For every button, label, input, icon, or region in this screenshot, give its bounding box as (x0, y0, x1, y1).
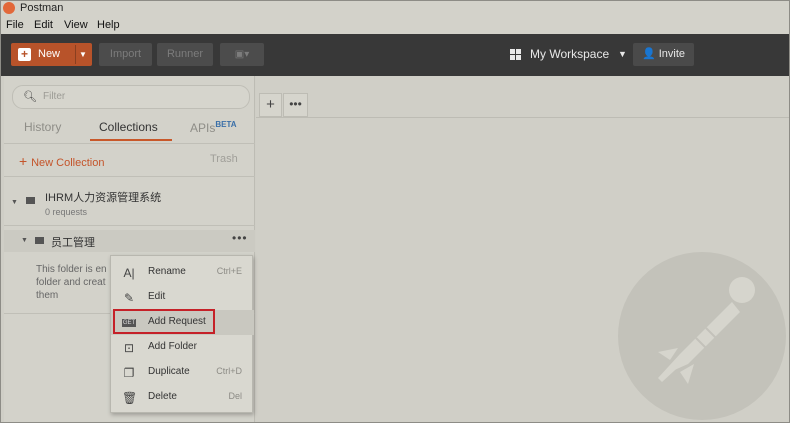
workspace-label: My Workspace (530, 47, 610, 61)
active-tab-indicator (90, 139, 172, 141)
postman-watermark-icon (618, 252, 786, 420)
runner-button[interactable]: Runner (157, 43, 213, 66)
empty-folder-message: This folder is en folder and creat them (36, 264, 107, 301)
tab-collections[interactable]: Collections (99, 120, 158, 134)
workspace-grid-icon (510, 49, 521, 60)
menu-edit[interactable]: Edit (34, 19, 53, 31)
trash-button[interactable]: Trash (210, 153, 238, 165)
search-input[interactable]: 🔍︎ Filter (12, 85, 250, 109)
folder-item[interactable]: ▼ 员工管理 ••• (4, 230, 255, 252)
new-window-icon: ▣▾ (234, 49, 250, 60)
folder-name: 员工管理 (51, 237, 95, 249)
menu-item-add-folder[interactable]: ⊡ Add Folder (111, 335, 254, 360)
collection-name: IHRM人力资源管理系统 (45, 192, 162, 204)
invite-label: Invite (658, 48, 686, 60)
new-tab-button[interactable]: + (259, 93, 282, 117)
import-button[interactable]: Import (99, 43, 152, 66)
tab-apis-label: APIs (190, 121, 216, 135)
trash-icon: 🗑︎ (122, 391, 138, 405)
menu-item-edit[interactable]: ✎ Edit (111, 285, 254, 310)
new-window-button[interactable]: ▣▾ (220, 43, 264, 66)
beta-badge: BETA (215, 120, 237, 129)
main-panel: + ••• (256, 76, 790, 423)
new-button-label: New (38, 48, 61, 60)
invite-button[interactable]: 👤 Invite (633, 43, 694, 66)
new-button[interactable]: + New ▼ (11, 43, 92, 66)
tab-options-button[interactable]: ••• (283, 93, 308, 117)
collection-request-count: 0 requests (45, 207, 88, 217)
duplicate-icon: ❐ (123, 366, 135, 380)
plus-icon: + (266, 96, 275, 113)
more-options-icon: ••• (289, 97, 302, 111)
context-menu: A| Rename Ctrl+E ✎ Edit GET Add Request … (110, 255, 254, 413)
folder-icon (35, 237, 44, 244)
menu-file[interactable]: File (6, 19, 24, 31)
menu-item-rename[interactable]: A| Rename Ctrl+E (111, 260, 254, 285)
rename-icon: A| (123, 266, 135, 280)
menu-bar: File Edit View Help (0, 17, 790, 34)
menu-item-delete[interactable]: 🗑︎ Delete Del (111, 385, 254, 410)
plus-icon: + (18, 48, 31, 61)
tab-apis[interactable]: APIsBETA (190, 120, 237, 135)
tab-history[interactable]: History (24, 120, 61, 134)
postman-logo-icon (3, 2, 15, 14)
plus-icon: + (19, 153, 32, 169)
menu-view[interactable]: View (64, 19, 88, 31)
toolbar: + New ▼ Import Runner ▣▾ My Workspace ▼ … (0, 34, 790, 76)
search-icon: 🔍︎ (23, 91, 37, 103)
menu-item-duplicate[interactable]: ❐ Duplicate Ctrl+D (111, 360, 254, 385)
chevron-down-icon: ▼ (618, 49, 627, 59)
search-placeholder: Filter (43, 91, 66, 102)
add-user-icon: 👤 (641, 48, 659, 60)
chevron-down-icon[interactable]: ▼ (11, 199, 18, 206)
menu-help[interactable]: Help (97, 19, 120, 31)
highlight-box (113, 309, 215, 334)
folder-icon (26, 197, 35, 204)
chevron-down-icon[interactable]: ▼ (21, 237, 28, 244)
add-folder-icon: ⊡ (123, 341, 135, 355)
collection-item[interactable]: ▼ IHRM人力资源管理系统 0 requests (4, 177, 255, 225)
window-title: Postman (20, 2, 64, 14)
title-bar: Postman (0, 0, 790, 17)
chevron-down-icon[interactable]: ▼ (79, 43, 87, 66)
pencil-icon: ✎ (123, 291, 135, 305)
new-collection-button[interactable]: + New Collection (19, 153, 104, 169)
more-options-icon[interactable]: ••• (232, 231, 248, 245)
